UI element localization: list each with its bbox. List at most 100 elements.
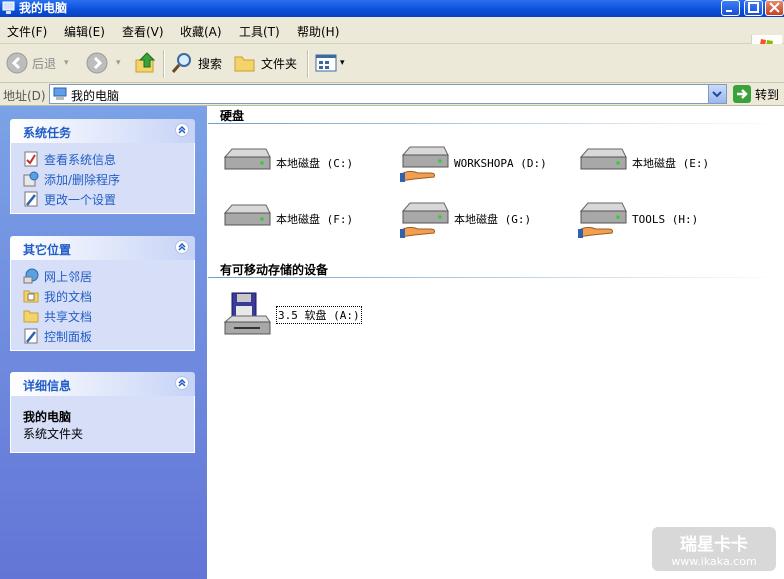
drive-c[interactable]: 本地磁盘 (C:)	[222, 141, 353, 185]
search-label: 搜索	[198, 56, 223, 71]
link-label: 共享文档	[44, 309, 93, 324]
drive-g[interactable]: 本地磁盘 (G:)	[400, 197, 531, 241]
details-name: 我的电脑	[23, 410, 72, 424]
search-icon	[171, 53, 191, 73]
shared-hard-disk-icon	[578, 202, 627, 238]
link-label: 我的文档	[44, 289, 93, 304]
menu-favorites[interactable]: 收藏(A)	[180, 23, 222, 40]
menu-help[interactable]: 帮助(H)	[297, 23, 339, 40]
shared-folder-icon	[23, 310, 39, 323]
views-dropdown-icon: ▾	[340, 58, 345, 68]
my-computer-icon	[2, 1, 15, 14]
my-computer-icon	[53, 87, 67, 100]
forward-button[interactable]: ▾	[86, 51, 121, 75]
up-folder-icon	[135, 52, 156, 73]
collapse-icon[interactable]	[175, 240, 189, 254]
collapse-icon[interactable]	[175, 123, 189, 137]
drive-a[interactable]: 3.5 软盘 (A:)	[222, 292, 362, 337]
network-icon	[23, 268, 39, 284]
drive-label: 本地磁盘 (G:)	[454, 213, 532, 226]
forward-dropdown-icon[interactable]: ▾	[116, 58, 121, 68]
link-label: 添加/删除程序	[44, 172, 121, 187]
task-pane: 系统任务 查看系统信息 添加/删除程序 更改一个设置 其它位置 网上邻居 我的文…	[0, 106, 207, 579]
link-label: 网上邻居	[44, 269, 93, 284]
drive-h[interactable]: TOOLS (H:)	[578, 197, 698, 241]
drive-label: 3.5 软盘 (A:)	[276, 306, 362, 324]
drive-label: WORKSHOPA (D:)	[454, 156, 547, 170]
address-bar: 地址(D) 我的电脑 转到	[0, 83, 784, 106]
drive-label: 本地磁盘 (E:)	[632, 157, 710, 170]
collapse-icon[interactable]	[175, 376, 189, 390]
other-places-body: 网上邻居 我的文档 共享文档 控制面板	[10, 260, 195, 351]
address-input[interactable]: 我的电脑	[49, 84, 727, 104]
toolbar-separator	[163, 50, 165, 78]
address-dropdown-button[interactable]	[708, 85, 726, 103]
ikaka-watermark: 瑞星卡卡 www.ikaka.com	[652, 527, 776, 571]
folder-icon	[234, 56, 255, 72]
watermark-url: www.ikaka.com	[671, 555, 757, 568]
floppy-drive-icon	[223, 292, 271, 335]
menu-view[interactable]: 查看(V)	[122, 23, 164, 40]
group-divider	[208, 277, 784, 278]
menu-edit[interactable]: 编辑(E)	[64, 23, 105, 40]
group-divider	[208, 123, 784, 124]
drive-label: 本地磁盘 (F:)	[276, 213, 354, 226]
folders-button[interactable]: 文件夹	[233, 51, 297, 75]
my-documents-link[interactable]: 我的文档	[23, 286, 194, 306]
toolbar: 后退 ▾ ▾ 搜索 文件夹 ▾	[0, 44, 784, 83]
drive-label: TOOLS (H:)	[632, 212, 699, 226]
toolbar-separator	[307, 50, 309, 78]
control-panel-icon	[24, 328, 38, 344]
change-setting-link[interactable]: 更改一个设置	[23, 189, 194, 209]
system-tasks-header[interactable]: 系统任务	[10, 119, 195, 143]
link-label: 控制面板	[44, 329, 93, 344]
other-places-title: 其它位置	[23, 243, 72, 257]
close-button[interactable]	[765, 0, 784, 16]
system-info-icon	[24, 151, 38, 167]
drive-d[interactable]: WORKSHOPA (D:)	[400, 141, 547, 185]
search-button[interactable]: 搜索	[170, 51, 222, 75]
other-places-header[interactable]: 其它位置	[10, 236, 195, 260]
go-arrow-icon	[733, 85, 751, 103]
hard-disk-icon	[579, 148, 627, 170]
details-panel: 详细信息 我的电脑 系统文件夹	[10, 372, 195, 453]
shared-hard-disk-icon	[400, 202, 449, 238]
hard-disk-icon	[223, 204, 271, 226]
add-remove-programs-icon	[23, 171, 39, 187]
menu-file[interactable]: 文件(F)	[7, 23, 47, 40]
back-button[interactable]: 后退 ▾	[6, 51, 69, 75]
drive-label: 本地磁盘 (C:)	[276, 157, 354, 170]
network-places-link[interactable]: 网上邻居	[23, 266, 194, 286]
watermark-brand: 瑞星卡卡	[680, 535, 748, 555]
minimize-button[interactable]	[721, 0, 740, 16]
window-title: 我的电脑	[19, 1, 68, 15]
details-header[interactable]: 详细信息	[10, 372, 195, 396]
details-title: 详细信息	[23, 379, 72, 393]
go-label: 转到	[755, 87, 780, 102]
system-tasks-panel: 系统任务 查看系统信息 添加/删除程序 更改一个设置	[10, 119, 195, 214]
link-label: 查看系统信息	[44, 152, 117, 167]
details-type: 系统文件夹	[23, 427, 84, 441]
back-dropdown-icon[interactable]: ▾	[64, 58, 69, 68]
minimize-icon	[726, 10, 732, 12]
removable-storage-heading: 有可移动存储的设备	[220, 263, 329, 277]
back-label: 后退	[32, 56, 57, 71]
maximize-button[interactable]	[744, 0, 763, 16]
shared-hard-disk-icon	[400, 146, 449, 182]
drive-e[interactable]: 本地磁盘 (E:)	[578, 141, 709, 185]
go-button[interactable]: 转到	[733, 85, 779, 103]
hard-disks-heading: 硬盘	[220, 109, 245, 123]
view-system-info-link[interactable]: 查看系统信息	[23, 149, 194, 169]
drive-f[interactable]: 本地磁盘 (F:)	[222, 197, 353, 241]
menu-tools[interactable]: 工具(T)	[239, 23, 280, 40]
shared-documents-link[interactable]: 共享文档	[23, 306, 194, 326]
add-remove-programs-link[interactable]: 添加/删除程序	[23, 169, 194, 189]
views-icon	[315, 54, 337, 72]
other-places-panel: 其它位置 网上邻居 我的文档 共享文档 控制面板	[10, 236, 195, 351]
hard-disk-icon	[223, 148, 271, 170]
control-panel-link[interactable]: 控制面板	[23, 326, 194, 346]
views-button[interactable]: ▾	[314, 51, 345, 75]
up-folder-button[interactable]	[134, 51, 158, 75]
link-label: 更改一个设置	[44, 192, 117, 207]
control-panel-icon	[24, 191, 38, 207]
